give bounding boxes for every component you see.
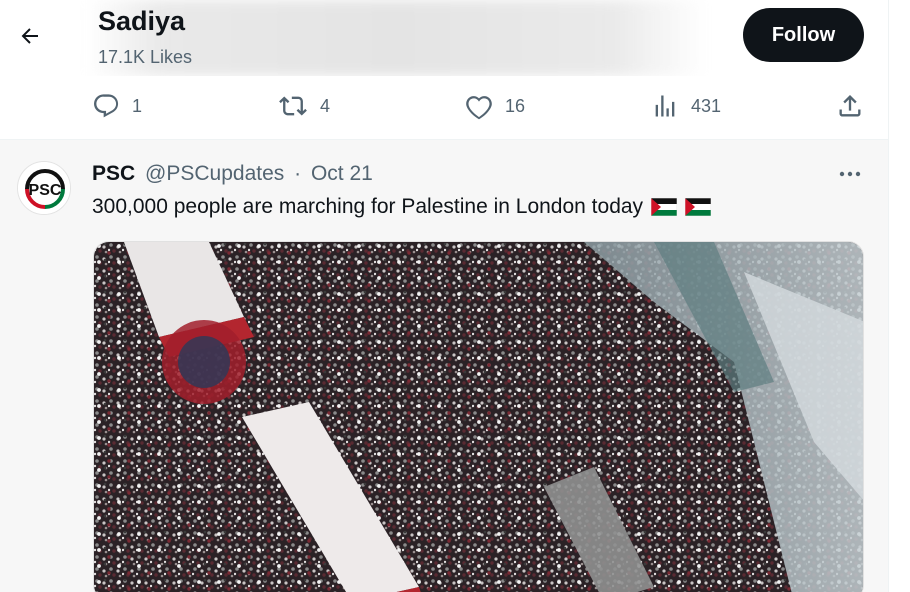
column-divider <box>888 0 889 592</box>
reply-icon <box>93 94 119 118</box>
avatar-text: PSC <box>29 182 62 199</box>
psc-logo: PSC <box>18 162 70 214</box>
profile-name: Sadiya <box>98 6 186 36</box>
reply-button[interactable]: 1 <box>92 92 142 120</box>
palestine-flag-icon <box>685 198 712 216</box>
share-icon <box>839 95 861 117</box>
likes-count: 17.1K Likes <box>98 47 193 67</box>
tweet-card[interactable]: PSC PSC @PSCupdates · Oct 21 300,000 peo… <box>0 139 888 592</box>
avatar[interactable]: PSC <box>17 161 71 215</box>
like-button[interactable]: 16 <box>465 92 525 120</box>
views-count: 431 <box>691 95 722 116</box>
share-button[interactable] <box>836 92 864 120</box>
repost-button[interactable]: 4 <box>278 92 330 120</box>
author-name[interactable]: PSC <box>92 162 135 185</box>
reply-count: 1 <box>132 95 143 116</box>
like-count: 16 <box>505 95 526 116</box>
repost-icon <box>279 96 307 116</box>
back-button[interactable] <box>12 18 48 54</box>
separator-dot: · <box>294 162 302 185</box>
tweet-actions-bar: 1 4 16 431 <box>0 76 888 138</box>
tweet-date[interactable]: Oct 21 <box>311 162 373 185</box>
profile-header: Sadiya 17.1K Likes Follow <box>0 0 888 76</box>
author-handle[interactable]: @PSCupdates <box>145 162 284 185</box>
heart-icon <box>466 96 492 120</box>
analytics-icon <box>655 95 675 117</box>
arrow-left-icon <box>21 28 38 44</box>
follow-button[interactable]: Follow <box>743 8 864 62</box>
tweet-text: 300,000 people are marching for Palestin… <box>92 195 644 218</box>
repost-count: 4 <box>320 95 331 116</box>
tweet-text-row: 300,000 people are marching for Palestin… <box>92 195 712 219</box>
tweet-media[interactable] <box>93 241 864 592</box>
tweet-header: PSC @PSCupdates · Oct 21 <box>92 162 373 186</box>
more-horizontal-icon <box>839 171 861 177</box>
views-button[interactable]: 431 <box>651 92 721 120</box>
palestine-flag-icon <box>651 198 678 216</box>
more-options-button[interactable] <box>836 164 864 184</box>
crowd-aerial-image <box>94 242 863 592</box>
